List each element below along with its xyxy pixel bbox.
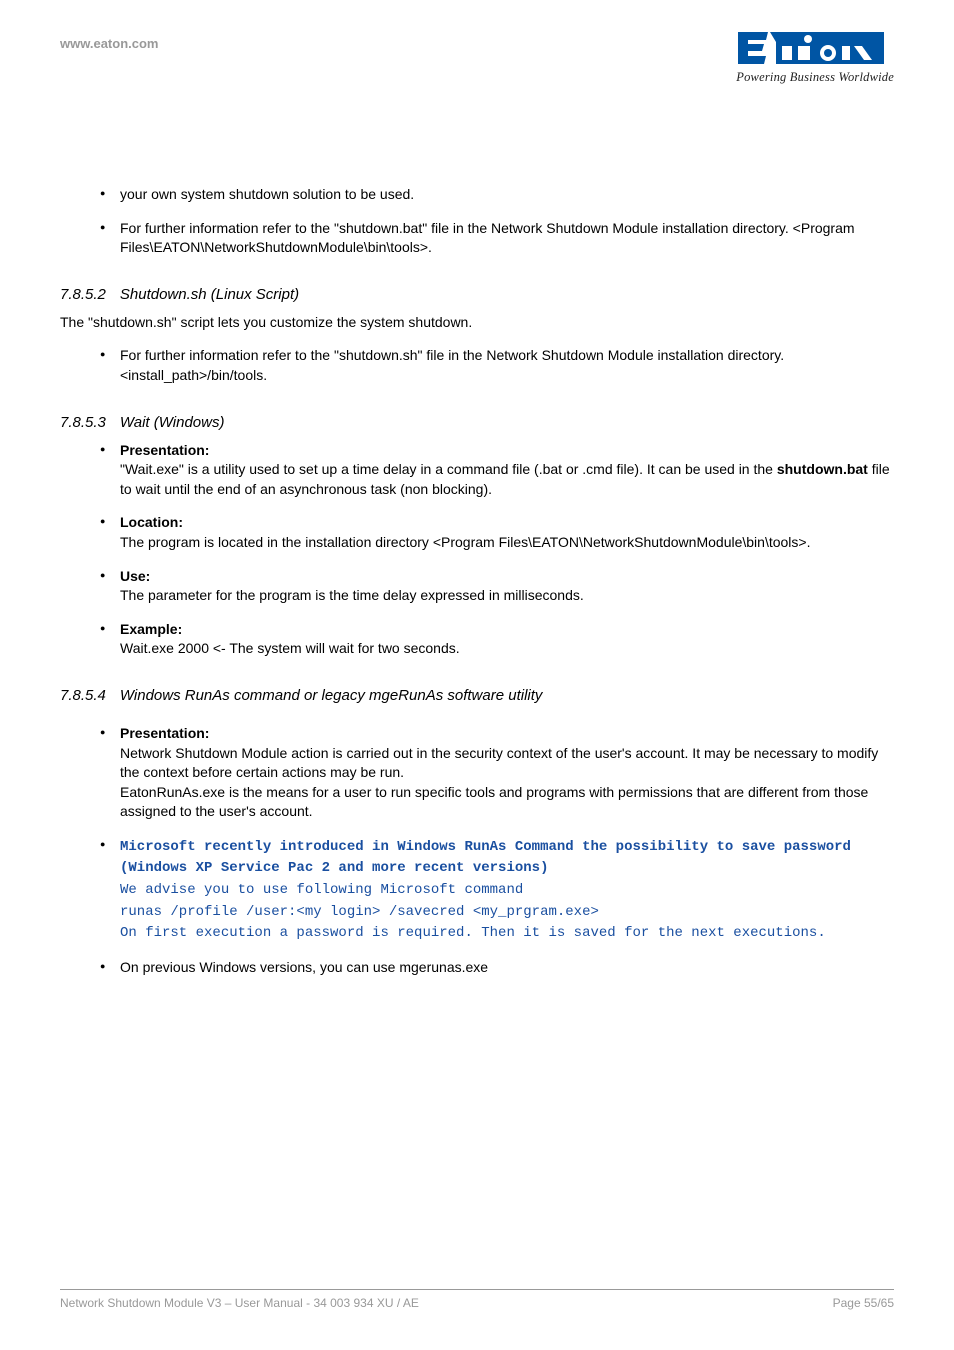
section-heading-7-8-5-4: 7.8.5.4 Windows RunAs command or legacy m… (60, 687, 894, 704)
item-label: Example: (120, 621, 182, 637)
section-title: Shutdown.sh (Linux Script) (120, 286, 299, 303)
list-item: For further information refer to the "sh… (100, 219, 894, 258)
page-footer: Network Shutdown Module V3 – User Manual… (60, 1289, 894, 1310)
section-heading-7-8-5-3: 7.8.5.3 Wait (Windows) (60, 414, 894, 431)
sec4-bullet-list: Presentation: Network Shutdown Module ac… (60, 724, 894, 978)
header-url: www.eaton.com (60, 30, 158, 51)
section-number: 7.8.5.4 (60, 687, 106, 704)
list-item: On previous Windows versions, you can us… (100, 958, 894, 978)
mono-line: runas /profile /user:<my login> /savecre… (120, 904, 599, 920)
logo-block: Powering Business Worldwide (736, 30, 894, 85)
list-item: Example: Wait.exe 2000 <- The system wil… (100, 620, 894, 659)
mono-line: We advise you to use following Microsoft… (120, 882, 523, 898)
logo-tagline: Powering Business Worldwide (736, 70, 894, 85)
list-item: Presentation: Network Shutdown Module ac… (100, 724, 894, 822)
page-header: www.eaton.com (60, 30, 894, 85)
item-text: The parameter for the program is the tim… (120, 587, 584, 603)
list-item: For further information refer to the "sh… (100, 346, 894, 385)
item-label: Location: (120, 514, 183, 530)
section-title: Windows RunAs command or legacy mgeRunAs… (120, 687, 543, 704)
list-item: Location: The program is located in the … (100, 513, 894, 552)
top-bullet-list: your own system shutdown solution to be … (60, 185, 894, 258)
item-label: Presentation: (120, 442, 209, 458)
sec2-bullet-list: For further information refer to the "sh… (60, 346, 894, 385)
bullet-text: For further information refer to the "sh… (120, 220, 855, 256)
section-heading-7-8-5-2: 7.8.5.2 Shutdown.sh (Linux Script) (60, 286, 894, 303)
item-body-bold: shutdown.bat (777, 461, 868, 477)
mono-bold-text: Microsoft recently introduced in Windows… (120, 839, 851, 877)
mono-line: On first execution a password is require… (120, 925, 826, 941)
bullet-text: your own system shutdown solution to be … (120, 186, 414, 202)
item-body-pre: "Wait.exe" is a utility used to set up a… (120, 461, 777, 477)
list-item: Microsoft recently introduced in Windows… (100, 836, 894, 944)
list-item: your own system shutdown solution to be … (100, 185, 894, 205)
section-number: 7.8.5.2 (60, 286, 106, 303)
item-label: Presentation: (120, 725, 209, 741)
item-text: Wait.exe 2000 <- The system will wait fo… (120, 640, 460, 656)
section-intro: The "shutdown.sh" script lets you custom… (60, 313, 894, 333)
item-text: Network Shutdown Module action is carrie… (120, 745, 878, 820)
bullet-text: For further information refer to the "sh… (120, 347, 784, 383)
list-item: Presentation: "Wait.exe" is a utility us… (100, 441, 894, 500)
section-title: Wait (Windows) (120, 414, 225, 431)
sec3-bullet-list: Presentation: "Wait.exe" is a utility us… (60, 441, 894, 659)
item-text: The program is located in the installati… (120, 534, 810, 550)
footer-left: Network Shutdown Module V3 – User Manual… (60, 1296, 419, 1310)
list-item: Use: The parameter for the program is th… (100, 567, 894, 606)
footer-right: Page 55/65 (833, 1296, 894, 1310)
eaton-logo-icon (736, 30, 886, 68)
item-label: Use: (120, 568, 150, 584)
bullet-text: On previous Windows versions, you can us… (120, 959, 488, 975)
section-number: 7.8.5.3 (60, 414, 106, 431)
